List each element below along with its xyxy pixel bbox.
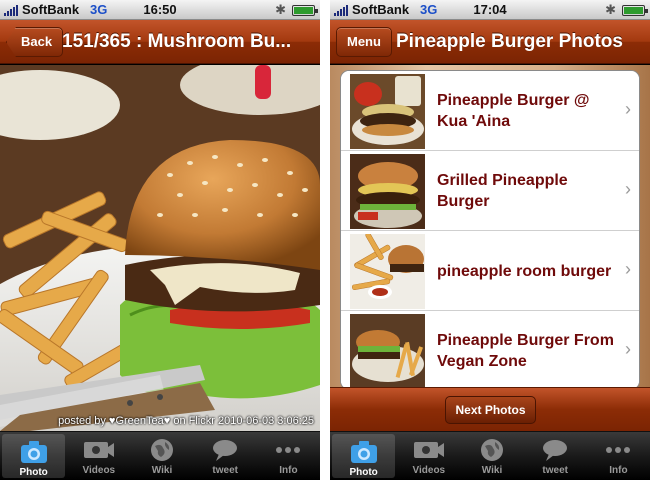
- status-time: 16:50: [143, 2, 177, 17]
- globe-icon: [130, 437, 193, 465]
- navigation-bar: Menu Pineapple Burger Photos: [330, 20, 650, 64]
- tab-label: Photo: [349, 467, 378, 478]
- chevron-right-icon: ›: [625, 259, 631, 279]
- more-dots-icon: [587, 437, 650, 465]
- tab-wiki[interactable]: Wiki: [130, 432, 193, 480]
- bottom-toolbar: Next Photos: [330, 387, 650, 431]
- chevron-right-icon: ›: [625, 339, 631, 359]
- left-phone-screen: SoftBank 3G 16:50 ✱ Back 151/365 : Mushr…: [0, 0, 320, 480]
- camera-icon: [2, 439, 65, 467]
- globe-icon: [460, 437, 523, 465]
- tab-info[interactable]: Info: [257, 432, 320, 480]
- status-bar: SoftBank 3G 16:50 ✱: [0, 0, 320, 20]
- tab-wiki[interactable]: Wiki: [460, 432, 523, 480]
- battery-icon: [622, 5, 648, 16]
- camera-icon: [332, 439, 395, 467]
- tab-label: Videos: [82, 465, 116, 476]
- page-title: Pineapple Burger Photos: [396, 31, 623, 52]
- tab-photo[interactable]: Photo: [332, 434, 396, 478]
- chevron-right-icon: ›: [625, 179, 631, 199]
- right-phone-screen: SoftBank 3G 17:04 ✱ Menu Pineapple Burge…: [330, 0, 650, 480]
- list-item-title: Pineapple Burger @ Kua 'Aina: [437, 92, 590, 130]
- burger-photo[interactable]: posted by ♥GreenTea♥ on Flickr 2010-06-0…: [0, 65, 320, 431]
- list-item-title: Pineapple Burger From Vegan Zone: [437, 332, 614, 370]
- tab-bar: Photo Videos Wiki tweet Info: [0, 431, 320, 480]
- tab-photo[interactable]: Photo: [2, 434, 66, 478]
- burger-thumbnail: [350, 314, 425, 389]
- speech-bubble-icon: [524, 437, 587, 465]
- film-icon: [397, 437, 460, 465]
- tab-label: tweet: [542, 465, 568, 476]
- speech-bubble-icon: [194, 437, 257, 465]
- burger-photo-illustration: [0, 65, 320, 431]
- tab-label: Photo: [19, 467, 48, 478]
- burger-thumbnail: [350, 74, 425, 149]
- tab-tweet[interactable]: tweet: [194, 432, 257, 480]
- chevron-right-icon: ›: [625, 99, 631, 119]
- next-photos-button[interactable]: Next Photos: [445, 396, 536, 424]
- burger-thumbnail: [350, 234, 425, 309]
- back-button[interactable]: Back: [6, 27, 64, 57]
- burger-thumbnail: [350, 154, 425, 229]
- status-time: 17:04: [473, 2, 507, 17]
- list-item[interactable]: Pineapple Burger From Vegan Zone ›: [341, 311, 639, 389]
- battery-icon: [292, 5, 318, 16]
- list-item-title: pineapple room burger: [437, 262, 612, 280]
- photo-list: Pineapple Burger @ Kua 'Aina › Grilled P…: [340, 70, 640, 390]
- list-item[interactable]: Grilled Pineapple Burger ›: [341, 151, 639, 231]
- tab-bar: Photo Videos Wiki tweet Info: [330, 431, 650, 480]
- film-icon: [67, 437, 130, 465]
- bluetooth-icon: ✱: [605, 2, 616, 17]
- tab-label: Wiki: [151, 465, 173, 476]
- tab-videos[interactable]: Videos: [67, 432, 130, 480]
- tab-tweet[interactable]: tweet: [524, 432, 587, 480]
- tab-info[interactable]: Info: [587, 432, 650, 480]
- tab-label: Wiki: [481, 465, 503, 476]
- list-item[interactable]: pineapple room burger ›: [341, 231, 639, 311]
- menu-button[interactable]: Menu: [336, 27, 392, 57]
- more-dots-icon: [257, 437, 320, 465]
- list-item-title: Grilled Pineapple Burger: [437, 172, 568, 210]
- tab-label: tweet: [212, 465, 238, 476]
- page-title: 151/365 : Mushroom Bu...: [62, 31, 292, 52]
- list-item[interactable]: Pineapple Burger @ Kua 'Aina ›: [341, 71, 639, 151]
- navigation-bar: Back 151/365 : Mushroom Bu...: [0, 20, 320, 64]
- status-bar: SoftBank 3G 17:04 ✱: [330, 0, 650, 20]
- tab-label: Info: [279, 465, 298, 476]
- tab-label: Info: [609, 465, 628, 476]
- tab-videos[interactable]: Videos: [397, 432, 460, 480]
- photo-caption: posted by ♥GreenTea♥ on Flickr 2010-06-0…: [58, 415, 314, 427]
- bluetooth-icon: ✱: [275, 2, 286, 17]
- tab-label: Videos: [412, 465, 446, 476]
